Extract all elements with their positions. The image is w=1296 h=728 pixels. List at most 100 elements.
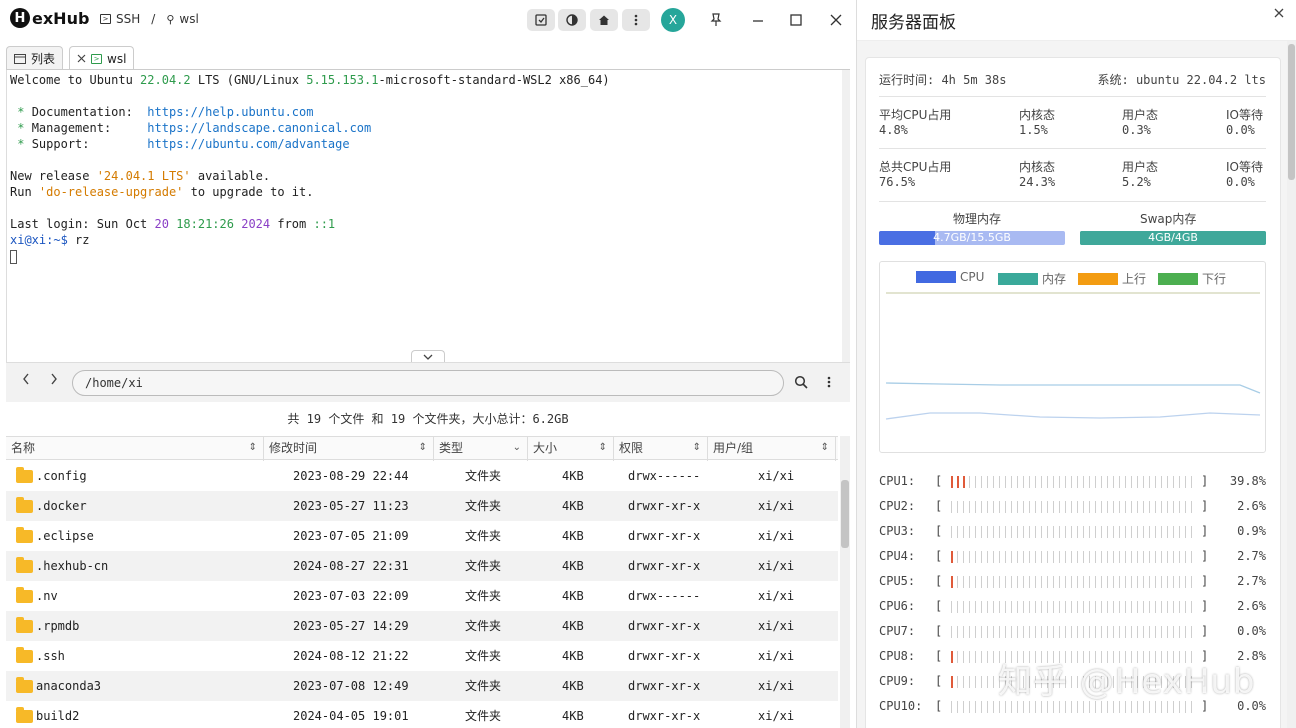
close-button[interactable] bbox=[826, 10, 846, 30]
terminal-scrollbar[interactable] bbox=[842, 70, 850, 362]
total-user-value: 5.2% bbox=[1122, 175, 1151, 189]
chevron-right-icon bbox=[51, 373, 57, 385]
file-size: 4KB bbox=[562, 589, 584, 603]
file-permissions: drwxr-xr-x bbox=[628, 709, 701, 723]
file-scrollbar-thumb[interactable] bbox=[841, 480, 849, 548]
more-vertical-icon bbox=[634, 14, 638, 26]
tab-close-icon[interactable] bbox=[77, 54, 86, 63]
file-type: 文件夹 bbox=[465, 469, 502, 483]
folder-icon bbox=[16, 497, 33, 513]
memory-value: 4.7GB/15.5GB bbox=[933, 231, 1011, 244]
avg-kernel-label: 内核态 bbox=[1019, 108, 1056, 122]
doc-link[interactable]: https://help.ubuntu.com bbox=[147, 105, 313, 119]
file-permissions: drwx------ bbox=[628, 469, 701, 483]
path-input[interactable]: /home/xi bbox=[72, 370, 784, 396]
table-row[interactable]: .nv 2023-07-03 22:09 文件夹 4KB drwx------ xi/xi bbox=[6, 581, 838, 611]
close-icon bbox=[830, 14, 842, 26]
sort-icon: ⇕ bbox=[820, 442, 829, 453]
table-row[interactable]: .config 2023-08-29 22:44 文件夹 4KB drwx------ x… bbox=[6, 461, 838, 491]
file-owner: xi/xi bbox=[758, 709, 795, 723]
cpu-usage-meter bbox=[951, 501, 1193, 513]
management-link[interactable]: https://landscape.canonical.com bbox=[147, 121, 371, 135]
memory-bar-fill bbox=[879, 231, 935, 245]
file-name: .docker bbox=[36, 499, 87, 513]
file-summary: 共 19 个文件 和 19 个文件夹，大小总计：6.2GB bbox=[287, 412, 569, 426]
table-row[interactable]: .ssh 2024-08-12 21:22 文件夹 4KB drwxr-xr-x xi/x… bbox=[6, 641, 838, 671]
bracket: [ bbox=[935, 549, 943, 563]
divider bbox=[879, 148, 1266, 149]
theme-button[interactable] bbox=[558, 9, 586, 31]
terminal-line: * Support: https://ubuntu.com/advantage bbox=[17, 137, 350, 151]
cpu-usage-meter bbox=[951, 551, 1193, 563]
chart-series-line bbox=[885, 382, 1261, 394]
file-more-button[interactable] bbox=[827, 376, 831, 391]
column-header-type[interactable]: 类型 ⌄ bbox=[434, 437, 528, 461]
note-icon bbox=[535, 14, 547, 26]
column-header-size[interactable]: 大小 ⇕ bbox=[528, 437, 614, 461]
cpu-usage-fill bbox=[951, 551, 955, 563]
table-row[interactable]: anaconda3 2023-07-08 12:49 文件夹 4KB drwxr-xr-… bbox=[6, 671, 838, 701]
file-type: 文件夹 bbox=[465, 709, 502, 723]
chevron-down-icon bbox=[423, 354, 433, 360]
user-avatar[interactable]: X bbox=[661, 8, 685, 32]
logo-text: exHub bbox=[32, 8, 90, 28]
sort-icon: ⇕ bbox=[418, 442, 427, 453]
file-permissions: drwxr-xr-x bbox=[628, 619, 701, 633]
home-button[interactable] bbox=[590, 9, 618, 31]
total-kernel-value: 24.3% bbox=[1019, 175, 1056, 189]
pin-icon bbox=[710, 13, 722, 26]
terminal-line: Welcome to Ubuntu 22.04.2 LTS (GNU/Linux… bbox=[10, 73, 610, 87]
search-button[interactable] bbox=[794, 375, 808, 392]
cpu-core-row: CPU3: [] 0.9% bbox=[879, 522, 1266, 542]
swap-bar: 4GB/4GB bbox=[1080, 231, 1266, 245]
terminal-output[interactable]: Welcome to Ubuntu 22.04.2 LTS (GNU/Linux… bbox=[6, 70, 850, 362]
file-size: 4KB bbox=[562, 529, 584, 543]
pin-button[interactable] bbox=[706, 10, 726, 30]
column-header-modified[interactable]: 修改时间 ⇕ bbox=[264, 437, 434, 461]
forward-button[interactable] bbox=[50, 373, 58, 389]
breadcrumb-ssh[interactable]: SSH bbox=[116, 12, 140, 26]
breadcrumb-host[interactable]: wsl bbox=[179, 12, 198, 26]
terminal-line: New release '24.04.1 LTS' available. bbox=[10, 169, 271, 183]
tab-list[interactable]: 列表 bbox=[6, 46, 64, 70]
cpu-label: CPU2: bbox=[879, 499, 916, 513]
more-button[interactable] bbox=[622, 9, 650, 31]
snippet-button[interactable] bbox=[527, 9, 555, 31]
file-owner: xi/xi bbox=[758, 619, 795, 633]
table-row[interactable]: .rpmdb 2023-05-27 14:29 文件夹 4KB drwxr-xr-x xi… bbox=[6, 611, 838, 641]
chart-series-line bbox=[885, 412, 1261, 420]
file-type: 文件夹 bbox=[465, 679, 502, 693]
panel-scrollbar-thumb[interactable] bbox=[1288, 44, 1295, 180]
folder-icon bbox=[16, 557, 33, 573]
file-type: 文件夹 bbox=[465, 589, 502, 603]
file-size: 4KB bbox=[562, 709, 584, 723]
column-header-owner[interactable]: 用户/组 ⇕ bbox=[708, 437, 836, 461]
cpu-usage-fill bbox=[951, 576, 955, 588]
cpu-percent: 2.7% bbox=[1237, 549, 1266, 563]
cpu-core-row: CPU4: [] 2.7% bbox=[879, 547, 1266, 567]
column-header-name[interactable]: 名称 ⇕ bbox=[6, 437, 264, 461]
file-name: .config bbox=[36, 469, 87, 483]
cpu-core-row: CPU5: [] 2.7% bbox=[879, 572, 1266, 592]
file-size: 4KB bbox=[562, 679, 584, 693]
minimize-button[interactable] bbox=[748, 10, 768, 30]
system-info: 系统: ubuntu 22.04.2 lts bbox=[1097, 73, 1267, 87]
maximize-button[interactable] bbox=[786, 10, 806, 30]
cpu-percent: 39.8% bbox=[1229, 474, 1266, 488]
table-row[interactable]: build2 2024-04-05 19:01 文件夹 4KB drwxr-xr-x xi… bbox=[6, 701, 838, 728]
table-row[interactable]: .eclipse 2023-07-05 21:09 文件夹 4KB drwxr-xr-x… bbox=[6, 521, 838, 551]
panel-close-button[interactable] bbox=[1274, 6, 1284, 22]
table-row[interactable]: .docker 2023-05-27 11:23 文件夹 4KB drwxr-xr-x x… bbox=[6, 491, 838, 521]
folder-icon bbox=[16, 677, 33, 693]
support-link[interactable]: https://ubuntu.com/advantage bbox=[147, 137, 349, 151]
bracket: [ bbox=[935, 649, 943, 663]
total-io-value: 0.0% bbox=[1226, 175, 1255, 189]
column-header-permissions[interactable]: 权限 ⇕ bbox=[614, 437, 708, 461]
file-type: 文件夹 bbox=[465, 529, 502, 543]
file-name: anaconda3 bbox=[36, 679, 102, 693]
cpu-core-row: CPU6: [] 2.6% bbox=[879, 597, 1266, 617]
back-button[interactable] bbox=[22, 373, 30, 389]
table-row[interactable]: .hexhub-cn 2024-08-27 22:31 文件夹 4KB drwxr-xr… bbox=[6, 551, 838, 581]
tab-wsl[interactable]: > wsl bbox=[69, 46, 135, 70]
chart-plot bbox=[885, 292, 1261, 420]
